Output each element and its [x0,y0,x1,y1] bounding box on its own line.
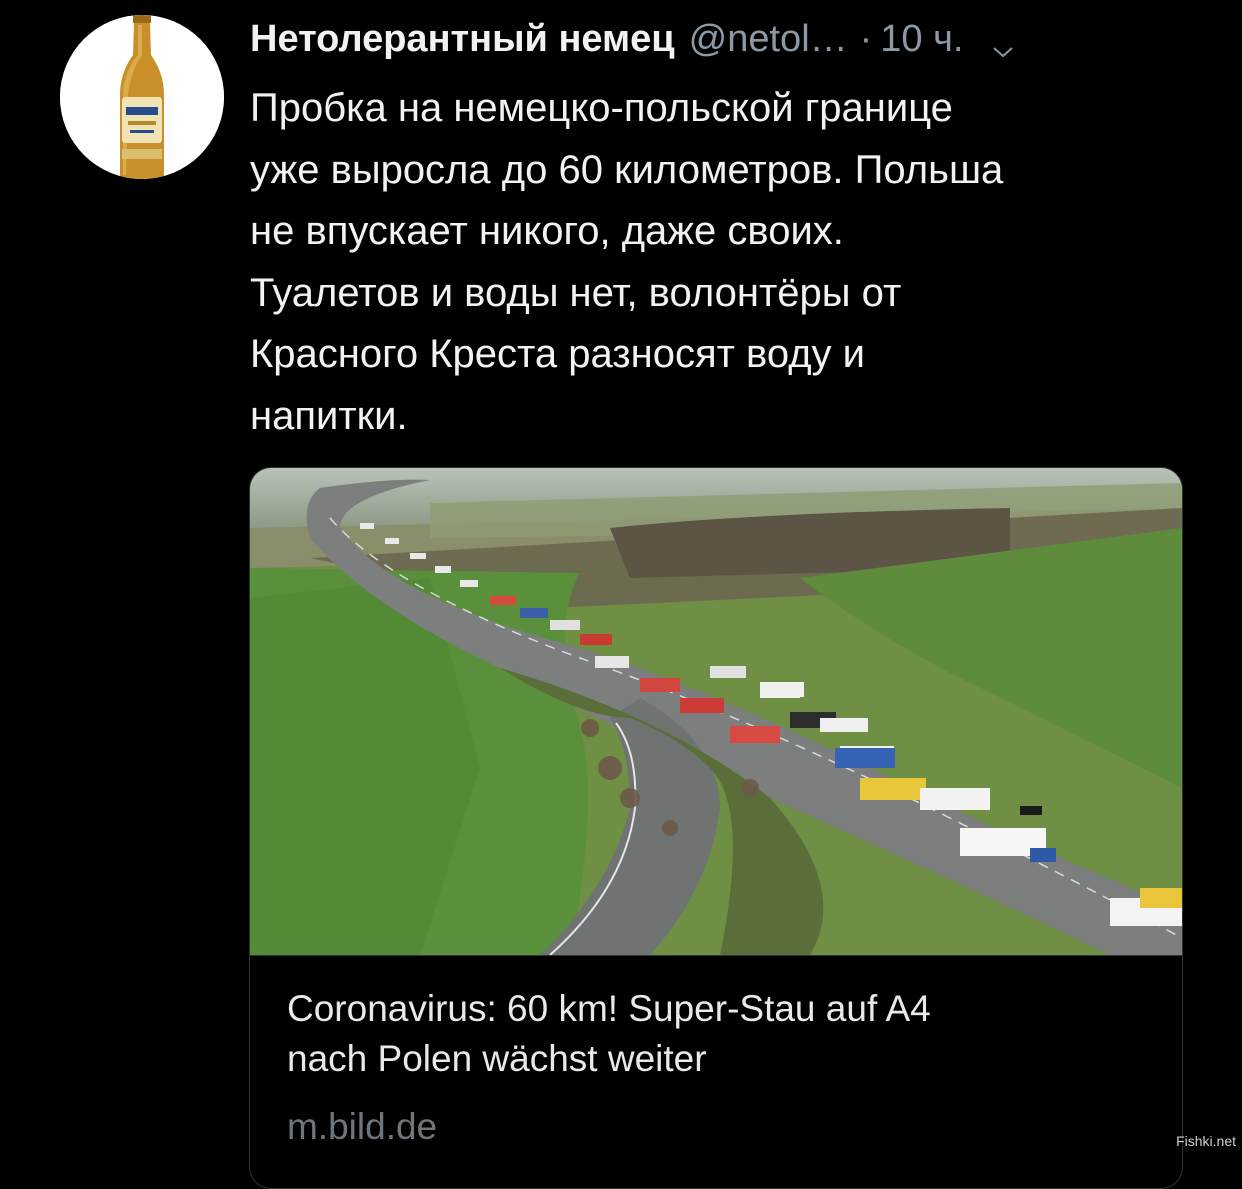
chevron-down-icon[interactable] [991,27,1015,58]
tweet-text-line: напитки. [250,393,408,438]
link-card-title-line: nach Polen wächst weiter [287,1038,707,1079]
header-separator: · [859,18,873,60]
avatar[interactable] [60,15,224,179]
tweet-timestamp[interactable]: 10 ч. [880,14,963,64]
link-card[interactable]: Coronavirus: 60 km! Super-Stau auf A4 na… [249,467,1183,1189]
link-card-title[interactable]: Coronavirus: 60 km! Super-Stau auf A4 na… [287,984,1157,1084]
link-card-title-line: Coronavirus: 60 km! Super-Stau auf A4 [287,988,931,1029]
author-display-name[interactable]: Нетолерантный немец [250,14,675,64]
beer-bottle-icon [60,15,224,179]
tweet-text: Пробка на немецко-польской границе уже в… [250,78,1210,447]
link-card-domain[interactable]: m.bild.de [287,1102,437,1152]
card-divider [250,955,1182,956]
author-handle[interactable]: @netol… [689,14,848,64]
tweet-text-line: Туалетов и воды нет, волонтёры от [250,270,902,315]
tweet-text-line: Красного Креста разносят воду и [250,332,865,376]
link-card-image[interactable] [250,468,1182,955]
traffic-jam-photo [250,468,1182,955]
tweet-text-line: уже выросла до 60 километров. Польша [250,147,1004,192]
tweet-text-line: Пробка на немецко-польской границе [250,86,953,130]
watermark: Fishki.net [1176,1133,1236,1149]
tweet-text-line: не впускает никого, даже своих. [250,209,844,253]
tweet-header: Нетолерантный немец @netol… · 10 ч. [250,14,1210,64]
